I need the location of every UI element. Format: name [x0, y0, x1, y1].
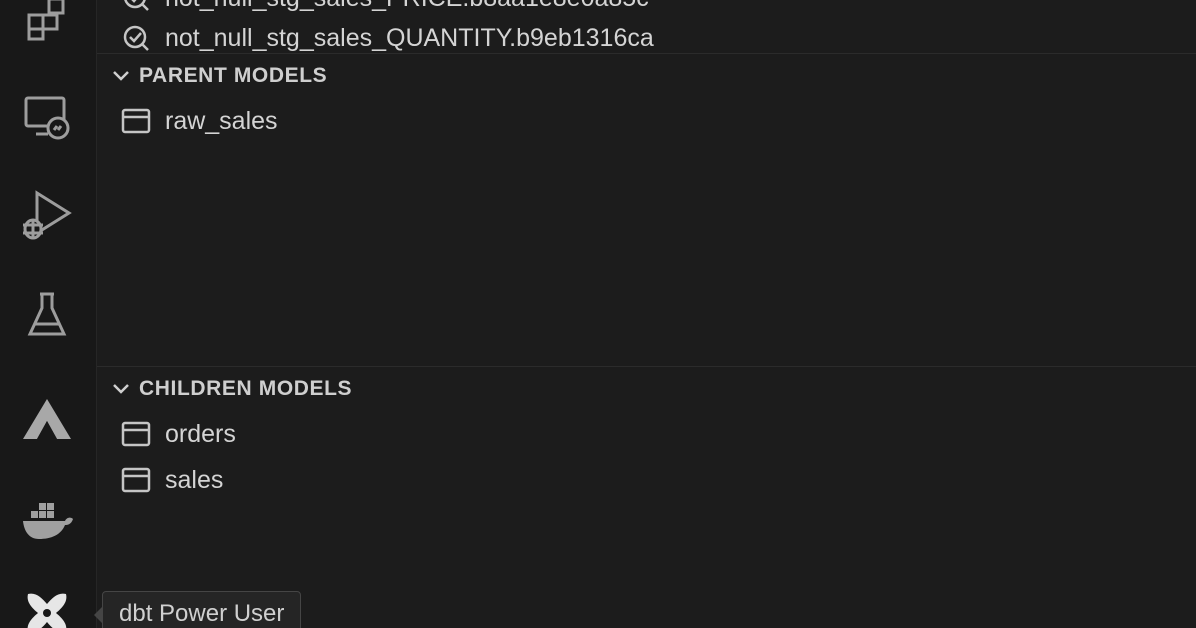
list-item[interactable]: raw_sales	[97, 101, 1196, 141]
table-model-icon	[119, 417, 153, 451]
children-models-header[interactable]: CHILDREN MODELS	[97, 369, 1196, 409]
section-divider	[97, 53, 1196, 54]
dbt-lineage-panel: not_null_stg_sales_PRICE.b8aa1e8e0a85c n…	[97, 0, 1196, 628]
activity-tooltip: dbt Power User	[102, 591, 302, 628]
dbt-power-user-icon[interactable]	[18, 584, 76, 628]
table-model-icon	[119, 104, 153, 138]
vscode-window: not_null_stg_sales_PRICE.b8aa1e8e0a85c n…	[0, 0, 1196, 628]
testing-icon[interactable]	[18, 286, 76, 344]
chevron-down-icon	[109, 377, 133, 401]
section-divider	[97, 366, 1196, 367]
list-item[interactable]: sales	[97, 460, 1196, 500]
list-item[interactable]: not_null_stg_sales_PRICE.b8aa1e8e0a85c	[97, 0, 1196, 18]
test-check-icon	[119, 21, 153, 55]
activity-bar	[0, 0, 97, 628]
run-debug-icon[interactable]	[18, 186, 76, 244]
list-item[interactable]: orders	[97, 414, 1196, 454]
chevron-down-icon	[109, 64, 133, 88]
remote-explorer-icon[interactable]	[18, 88, 76, 146]
test-check-icon	[119, 0, 153, 15]
parent-models-header[interactable]: PARENT MODELS	[97, 56, 1196, 96]
list-item[interactable]: not_null_stg_sales_QUANTITY.b9eb1316ca	[97, 18, 1196, 58]
dbt-atlas-icon[interactable]	[18, 390, 76, 448]
table-model-icon	[119, 463, 153, 497]
docker-icon[interactable]	[18, 490, 76, 548]
extensions-icon[interactable]	[18, 0, 76, 48]
